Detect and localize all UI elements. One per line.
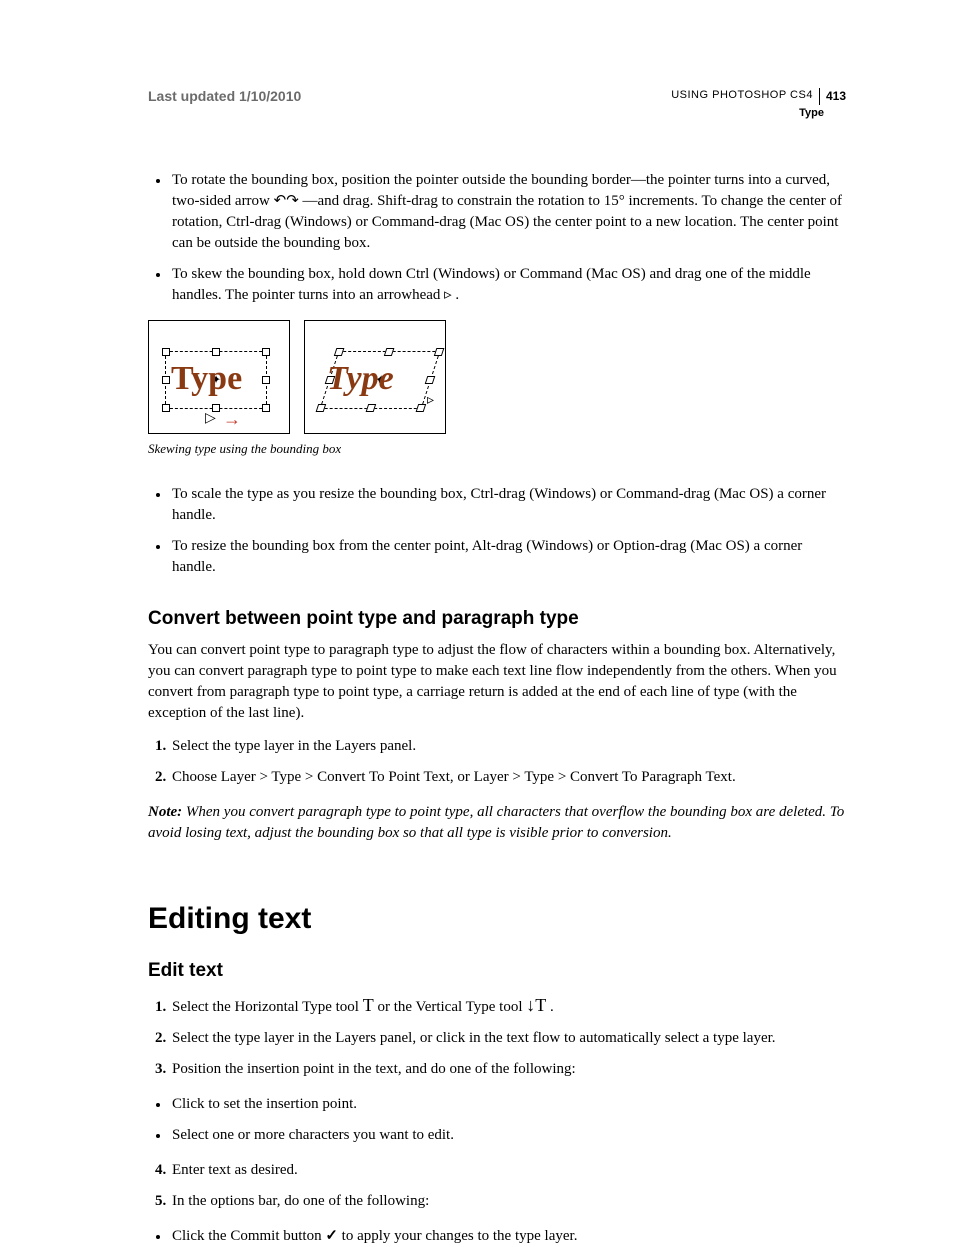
body-text: To rotate the bounding box, position the… [172, 172, 842, 251]
body-text: Enter text as desired. [172, 1162, 298, 1178]
steps-edit-text-cont: Enter text as desired. In the options ba… [148, 1160, 846, 1212]
body-text: to apply your changes to the type layer. [342, 1228, 578, 1244]
subheading-edit-text: Edit text [148, 958, 846, 985]
list-item: Click the Commit button ✓ to apply your … [170, 1226, 846, 1247]
figure-before: ✦ Type ▷ → [148, 320, 290, 434]
body-text: In the options bar, do one of the follow… [172, 1193, 429, 1209]
body-text: To scale the type as you resize the boun… [172, 486, 826, 523]
page-header: Last updated 1/10/2010 USING PHOTOSHOP C… [148, 88, 846, 122]
list-item: To skew the bounding box, hold down Ctrl… [170, 264, 846, 306]
note: Note: When you convert paragraph type to… [148, 802, 846, 844]
body-text: You can convert point type to paragraph … [148, 640, 846, 724]
list-item: Select the type layer in the Layers pane… [170, 736, 846, 757]
list-item: To resize the bounding box from the cent… [170, 536, 846, 578]
list-item: Choose Layer > Type > Convert To Point T… [170, 767, 846, 788]
bullet-list-rotate-skew: To rotate the bounding box, position the… [148, 170, 846, 306]
header-right-block: USING PHOTOSHOP CS4413 Type [671, 88, 846, 122]
note-label: Note: [148, 804, 182, 820]
bullet-list-scale-resize: To scale the type as you resize the boun… [148, 484, 846, 578]
figure-caption: Skewing type using the bounding box [148, 440, 846, 458]
sub-bullets-step5: Click the Commit button ✓ to apply your … [148, 1226, 846, 1247]
list-item: To scale the type as you resize the boun… [170, 484, 846, 526]
body-text: Select the type layer in the Layers pane… [172, 1030, 776, 1046]
list-item: To rotate the bounding box, position the… [170, 170, 846, 254]
vertical-type-tool-icon: ↓T [526, 995, 546, 1015]
list-item: Select the Horizontal Type tool T or the… [170, 993, 846, 1018]
last-updated-label: Last updated 1/10/2010 [148, 88, 301, 104]
chapter-name: Type [671, 106, 846, 121]
sub-bullets-step3: Click to set the insertion point. Select… [148, 1094, 846, 1146]
body-text: . [546, 999, 554, 1015]
body-text: Choose Layer > Type > Convert To Point T… [172, 769, 736, 785]
list-item: Select the type layer in the Layers pane… [170, 1028, 846, 1049]
subheading-convert: Convert between point type and paragraph… [148, 606, 846, 633]
list-item: Select one or more characters you want t… [170, 1125, 846, 1146]
figure-text: Type [171, 355, 242, 403]
steps-edit-text: Select the Horizontal Type tool T or the… [148, 993, 846, 1080]
body-text: To skew the bounding box, hold down Ctrl… [172, 266, 811, 303]
body-text: Select one or more characters you want t… [172, 1127, 454, 1143]
body-text: Position the insertion point in the text… [172, 1061, 576, 1077]
list-item: Position the insertion point in the text… [170, 1059, 846, 1080]
steps-convert: Select the type layer in the Layers pane… [148, 736, 846, 788]
product-name: USING PHOTOSHOP CS4 [671, 88, 819, 103]
list-item: In the options bar, do one of the follow… [170, 1191, 846, 1212]
section-heading-editing-text: Editing text [148, 898, 846, 940]
figure-after: ✦ Type ▹ [304, 320, 446, 434]
body-text: To resize the bounding box from the cent… [172, 538, 802, 575]
commit-check-icon: ✓ [325, 1228, 341, 1244]
body-text: Click to set the insertion point. [172, 1096, 357, 1112]
body-text: Click the Commit button [172, 1228, 325, 1244]
figure-skew-type: ✦ Type ▷ → ✦ Type ▹ [148, 320, 846, 434]
page-content: To rotate the bounding box, position the… [148, 170, 846, 1247]
horizontal-type-tool-icon: T [363, 995, 374, 1015]
body-text: Select the type layer in the Layers pane… [172, 738, 416, 754]
list-item: Click to set the insertion point. [170, 1094, 846, 1115]
list-item: Enter text as desired. [170, 1160, 846, 1181]
page-number: 413 [819, 88, 846, 105]
body-text: or the Vertical Type tool [374, 999, 527, 1015]
body-text: Select the Horizontal Type tool [172, 999, 363, 1015]
note-body: When you convert paragraph type to point… [148, 804, 844, 841]
figure-text: Type [327, 355, 394, 403]
